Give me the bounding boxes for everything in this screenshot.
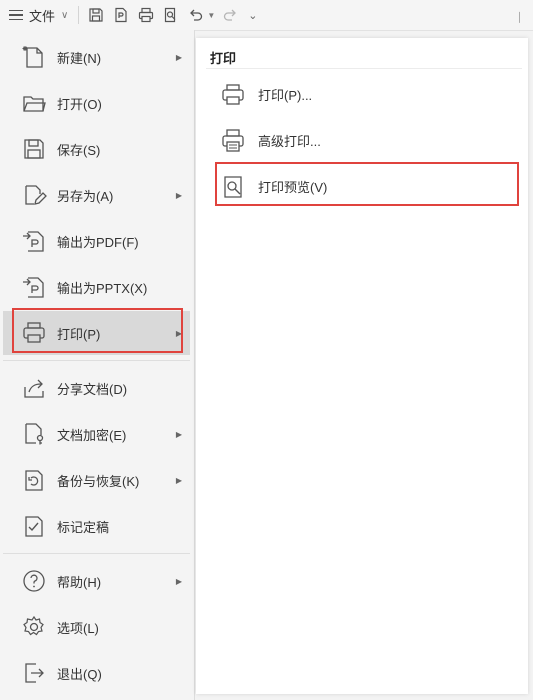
chevron-right-icon: ▶ <box>175 52 182 62</box>
menu-item-print[interactable]: 打印(P) ▶ <box>3 311 190 355</box>
save-icon[interactable] <box>85 4 107 26</box>
chevron-right-icon: ▶ <box>175 429 182 439</box>
folder-open-icon <box>21 90 47 116</box>
print-icon <box>21 320 47 346</box>
menu-icon <box>9 7 23 24</box>
print-preview-icon <box>220 174 246 200</box>
menu-item-finalize[interactable]: 标记定稿 <box>3 504 190 548</box>
export-pdf-icon[interactable] <box>110 4 132 26</box>
save-as-icon <box>21 182 47 208</box>
save-icon <box>21 136 47 162</box>
menu-item-label: 标记定稿 <box>57 519 110 535</box>
print-submenu-panel: 打印 打印(P)... 高级打印... 打印预览(V) <box>196 38 528 694</box>
chevron-right-icon: ▶ <box>175 475 182 485</box>
menu-item-new[interactable]: 新建(N) ▶ <box>3 35 190 79</box>
menu-item-options[interactable]: 选项(L) <box>3 605 190 649</box>
menu-item-encrypt[interactable]: 文档加密(E) ▶ <box>3 412 190 456</box>
undo-icon[interactable] <box>185 4 207 26</box>
submenu-item-label: 打印(P)... <box>258 87 313 103</box>
menu-divider <box>3 553 190 554</box>
submenu-item-advanced-print[interactable]: 高级打印... <box>216 120 516 160</box>
file-menu: 新建(N) ▶ 打开(O) 保存(S) 另存为(A) ▶ 输出为PDF(F) 输… <box>0 30 195 700</box>
menu-item-help[interactable]: 帮助(H) ▶ <box>3 559 190 603</box>
undo-dropdown-icon[interactable]: ▼ <box>207 11 215 20</box>
file-menu-label: 文件 <box>29 8 56 24</box>
print-icon[interactable] <box>135 4 157 26</box>
backup-icon <box>21 467 47 493</box>
new-file-icon <box>21 44 47 70</box>
share-icon <box>21 375 47 401</box>
more-icon[interactable]: ⌄ <box>248 9 257 22</box>
chevron-down-icon: ∨ <box>61 9 69 21</box>
redo-icon[interactable] <box>219 4 241 26</box>
finalize-icon <box>21 513 47 539</box>
submenu-item-print-preview[interactable]: 打印预览(V) <box>216 166 516 206</box>
menu-item-export-pdf[interactable]: 输出为PDF(F) <box>3 219 190 263</box>
menu-item-label: 保存(S) <box>57 142 101 158</box>
printer-icon <box>220 82 246 108</box>
chevron-right-icon: ▶ <box>175 190 182 200</box>
exit-icon <box>21 660 47 686</box>
menu-item-label: 帮助(H) <box>57 574 102 590</box>
submenu-item-label: 高级打印... <box>258 133 321 149</box>
export-pptx-icon <box>21 274 47 300</box>
menu-item-exit[interactable]: 退出(Q) <box>3 651 190 695</box>
menu-item-save-as[interactable]: 另存为(A) ▶ <box>3 173 190 217</box>
menu-item-label: 备份与恢复(K) <box>57 473 140 489</box>
menu-item-label: 输出为PDF(F) <box>57 234 139 250</box>
menu-item-label: 文档加密(E) <box>57 427 127 443</box>
print-preview-icon[interactable] <box>160 4 182 26</box>
quick-access-toolbar: 文件 ∨ ▼ ⌄ <box>0 0 533 31</box>
export-pdf-icon <box>21 228 47 254</box>
ruler-edge-icon: │ <box>517 12 523 22</box>
menu-item-save[interactable]: 保存(S) <box>3 127 190 171</box>
menu-item-label: 新建(N) <box>57 50 102 66</box>
menu-item-label: 退出(Q) <box>57 666 102 682</box>
menu-item-open[interactable]: 打开(O) <box>3 81 190 125</box>
file-menu-button[interactable]: 文件 ∨ <box>6 3 72 27</box>
help-icon <box>21 568 47 594</box>
menu-divider <box>3 360 190 361</box>
menu-item-label: 输出为PPTX(X) <box>57 280 148 296</box>
panel-divider <box>206 68 522 69</box>
menu-item-label: 另存为(A) <box>57 188 114 204</box>
menu-item-label: 选项(L) <box>57 620 99 636</box>
toolbar-divider <box>78 6 80 24</box>
menu-item-share[interactable]: 分享文档(D) <box>3 366 190 410</box>
settings-icon <box>21 614 47 640</box>
encrypt-icon <box>21 421 47 447</box>
menu-item-backup[interactable]: 备份与恢复(K) ▶ <box>3 458 190 502</box>
submenu-item-print[interactable]: 打印(P)... <box>216 74 516 114</box>
panel-title: 打印 <box>210 51 237 66</box>
menu-item-export-pptx[interactable]: 输出为PPTX(X) <box>3 265 190 309</box>
menu-item-label: 分享文档(D) <box>57 381 128 397</box>
chevron-right-icon: ▶ <box>175 328 182 338</box>
advanced-print-icon <box>220 128 246 154</box>
menu-item-label: 打开(O) <box>57 96 102 112</box>
submenu-item-label: 打印预览(V) <box>258 179 328 195</box>
menu-item-label: 打印(P) <box>57 326 101 342</box>
chevron-right-icon: ▶ <box>175 576 182 586</box>
